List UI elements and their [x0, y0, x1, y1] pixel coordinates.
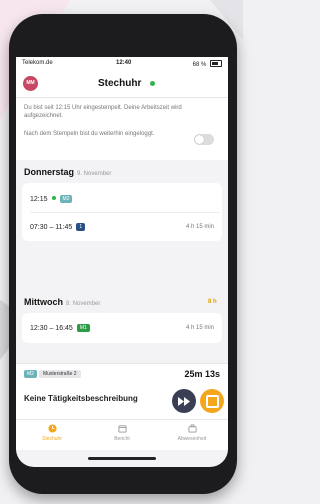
toggle-knob: [195, 135, 204, 144]
stay-logged-in-text: Nach dem Stempeln bist du weiterhin eing…: [24, 131, 155, 137]
tab-stechuhr[interactable]: Stechuhr: [22, 424, 82, 442]
page-title: Stechuhr: [98, 78, 142, 89]
skip-forward-button[interactable]: [172, 389, 196, 413]
fast-forward-icon: [178, 396, 190, 406]
address-tag: Musterstraße 2: [38, 370, 81, 378]
day-date: 9. November: [77, 171, 112, 177]
entry-time: 07:30 – 11:45: [30, 224, 73, 231]
day-name: Mittwoch: [24, 297, 63, 307]
divider: [30, 212, 220, 213]
entry-duration: 4 h 15 min: [185, 224, 214, 230]
active-tags: M2 Musterstraße 2: [24, 370, 81, 378]
machine-tag: M1: [76, 324, 90, 332]
clock-label: 12:40: [116, 60, 132, 66]
list-item[interactable]: 12:15 M2: [30, 195, 73, 203]
list-item[interactable]: 12:30 – 16:45 M1: [30, 324, 90, 332]
machine-tag: 1: [76, 223, 86, 231]
machine-tag: M2: [59, 195, 73, 203]
suitcase-icon: [187, 424, 197, 433]
elapsed-timer: 25m 13s: [184, 369, 220, 379]
day-date: 8. November: [66, 301, 101, 307]
day-heading-thursday: Donnerstag 9. November: [24, 167, 111, 177]
activity-description[interactable]: Keine Tätigkeitsbeschreibung: [24, 394, 138, 403]
stop-button[interactable]: [200, 389, 224, 413]
day-card-wednesday: 12:30 – 16:45 M1 4 h 15 min: [22, 313, 222, 343]
battery-label: 68 %: [192, 62, 207, 68]
day-name: Donnerstag: [24, 167, 75, 177]
day-total: 8 h: [208, 299, 217, 305]
machine-tag: M2: [24, 370, 37, 378]
day-card-thursday: 12:15 M2 07:30 – 11:45 1 4 h 15 min: [22, 183, 222, 241]
battery-status: 68 %: [193, 60, 222, 68]
carrier-label: Telekom.de: [22, 60, 53, 66]
tab-abwesenheit[interactable]: Abwesenheit: [162, 424, 222, 442]
stop-icon: [205, 394, 219, 408]
calendar-icon: [117, 425, 127, 433]
tab-bericht[interactable]: Bericht: [92, 424, 152, 442]
tab-bar: Stechuhr Bericht Abwesenheit: [16, 419, 228, 450]
avatar[interactable]: MM: [23, 76, 38, 91]
status-bar: Telekom.de 12:40 68 %: [16, 57, 228, 71]
day-heading-wednesday: Mittwoch 8. November: [24, 297, 100, 307]
home-indicator: [88, 457, 156, 460]
entry-duration: 4 h 15 min: [185, 325, 214, 331]
tab-label: Stechuhr: [41, 436, 62, 442]
tab-label: Bericht: [114, 436, 130, 442]
running-dot: [51, 196, 56, 200]
tab-label: Abwesenheit: [177, 436, 207, 442]
battery-icon: [210, 60, 222, 67]
entry-time: 12:30 – 16:45: [30, 325, 73, 332]
active-timer-panel: M2 Musterstraße 2 25m 13s Keine Tätigkeit…: [16, 363, 228, 420]
app-screen: Telekom.de 12:40 68 % MM Stechuhr Du bis…: [16, 57, 228, 467]
clock-icon: [47, 424, 57, 433]
stay-logged-in-toggle[interactable]: [194, 134, 214, 145]
clock-in-info: Du bist seit 12:15 Uhr eingestempelt. De…: [16, 98, 228, 160]
app-header: MM Stechuhr: [16, 71, 228, 98]
clocked-in-text: Du bist seit 12:15 Uhr eingestempelt. De…: [24, 105, 182, 119]
entry-time: 12:15: [30, 196, 48, 203]
active-status-dot: [150, 81, 155, 86]
list-item[interactable]: 07:30 – 11:45 1: [30, 223, 86, 231]
